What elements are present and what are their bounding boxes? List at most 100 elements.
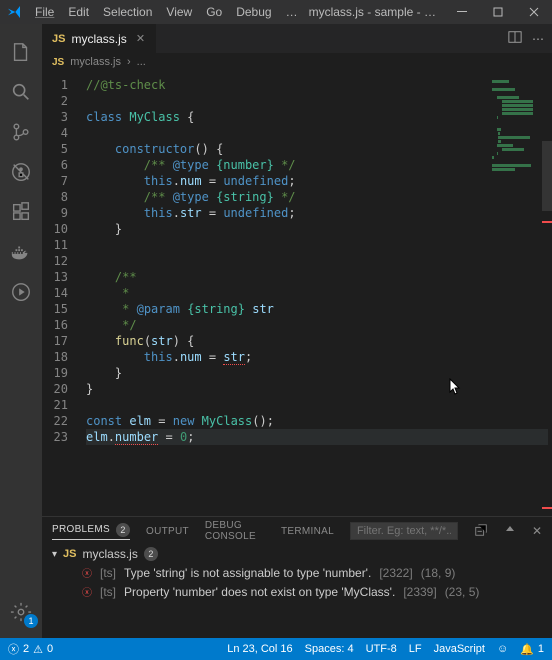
code-line[interactable] xyxy=(86,253,552,269)
extensions-icon[interactable] xyxy=(0,192,42,232)
code-line[interactable]: this.str = undefined; xyxy=(86,205,552,221)
js-file-icon: JS xyxy=(52,33,65,45)
problems-count-badge: 2 xyxy=(116,523,130,537)
editor[interactable]: 1234567891011121314151617181920212223 //… xyxy=(42,71,552,516)
code-line[interactable]: /** xyxy=(86,269,552,285)
minimize-button[interactable] xyxy=(444,0,480,24)
problem-message: Type 'string' is not assignable to type … xyxy=(124,566,371,580)
line-number: 10 xyxy=(42,221,82,237)
split-editor-icon[interactable] xyxy=(508,30,522,47)
menu-go[interactable]: Go xyxy=(199,1,229,23)
code-line[interactable] xyxy=(86,93,552,109)
js-file-icon: JS xyxy=(63,548,76,560)
settings-icon[interactable]: 1 xyxy=(0,592,42,632)
line-number: 9 xyxy=(42,205,82,221)
status-errors[interactable]: ⓧ2 ⚠0 xyxy=(8,641,53,657)
line-number: 5 xyxy=(42,141,82,157)
line-number: 1 xyxy=(42,77,82,93)
problems-body: ▾ JS myclass.js 2 ⓧ [ts] Type 'string' i… xyxy=(42,545,552,638)
code-line[interactable]: this.num = undefined; xyxy=(86,173,552,189)
problems-filter-input[interactable] xyxy=(350,522,458,540)
maximize-button[interactable] xyxy=(480,0,516,24)
settings-badge: 1 xyxy=(24,614,38,628)
code-line[interactable]: * @param {string} str xyxy=(86,301,552,317)
code-line[interactable]: * xyxy=(86,285,552,301)
code-line[interactable]: //@ts-check xyxy=(86,77,552,93)
code-line[interactable]: } xyxy=(86,381,552,397)
status-spaces[interactable]: Spaces: 4 xyxy=(305,643,354,655)
collapse-all-icon[interactable] xyxy=(474,523,488,540)
code-line[interactable]: const elm = new MyClass(); xyxy=(86,413,552,429)
line-number: 19 xyxy=(42,365,82,381)
menu-selection[interactable]: Selection xyxy=(96,1,159,23)
debug-activity-icon[interactable] xyxy=(0,152,42,192)
panel-tabs: PROBLEMS 2 OUTPUT DEBUG CONSOLE TERMINAL… xyxy=(42,517,552,545)
scrollbar-thumb[interactable] xyxy=(542,141,552,211)
code-line[interactable]: /** @type {number} */ xyxy=(86,157,552,173)
status-ln-col[interactable]: Ln 23, Col 16 xyxy=(227,643,292,655)
more-actions-icon[interactable]: ⋯ xyxy=(532,32,544,46)
breadcrumb[interactable]: JS myclass.js › ... xyxy=(42,53,552,71)
activity-bar: 1 xyxy=(0,24,42,638)
status-bar: ⓧ2 ⚠0 Ln 23, Col 16 Spaces: 4 UTF-8 LF J… xyxy=(0,638,552,660)
menu-debug[interactable]: Debug xyxy=(229,1,278,23)
code-line[interactable] xyxy=(86,397,552,413)
line-number: 6 xyxy=(42,157,82,173)
error-icon: ⓧ xyxy=(8,641,19,657)
editor-tab[interactable]: JS myclass.js ✕ xyxy=(42,24,157,53)
line-number: 17 xyxy=(42,333,82,349)
problem-source: [ts] xyxy=(100,585,116,599)
code-line[interactable] xyxy=(86,237,552,253)
code-line[interactable]: */ xyxy=(86,317,552,333)
scrollbar[interactable] xyxy=(542,71,552,516)
search-icon[interactable] xyxy=(0,72,42,112)
code-line[interactable]: constructor() { xyxy=(86,141,552,157)
problem-code: [2322] xyxy=(379,566,412,580)
problem-message: Property 'number' does not exist on type… xyxy=(124,585,395,599)
code-line[interactable]: elm.number = 0; xyxy=(86,429,548,445)
scm-icon[interactable] xyxy=(0,112,42,152)
line-number: 18 xyxy=(42,349,82,365)
code-line[interactable]: } xyxy=(86,365,552,381)
menu-view[interactable]: View xyxy=(159,1,199,23)
line-number: 14 xyxy=(42,285,82,301)
menu-edit[interactable]: Edit xyxy=(61,1,96,23)
minimap[interactable] xyxy=(492,79,548,169)
status-feedback-icon[interactable]: ☺ xyxy=(497,643,508,655)
code-line[interactable]: func(str) { xyxy=(86,333,552,349)
docker-icon[interactable] xyxy=(0,232,42,272)
code-line[interactable]: this.num = str; xyxy=(86,349,552,365)
warning-icon: ⚠ xyxy=(33,643,43,656)
problem-row[interactable]: ⓧ [ts] Property 'number' does not exist … xyxy=(42,582,552,601)
tab-output[interactable]: OUTPUT xyxy=(146,526,189,537)
problem-row[interactable]: ⓧ [ts] Type 'string' is not assignable t… xyxy=(42,563,552,582)
code-area[interactable]: //@ts-check class MyClass { constructor()… xyxy=(82,71,552,516)
vscode-logo-icon xyxy=(0,4,28,20)
status-language[interactable]: JavaScript xyxy=(434,643,485,655)
panel-close-icon[interactable]: ✕ xyxy=(532,524,542,538)
status-encoding[interactable]: UTF-8 xyxy=(366,643,397,655)
explorer-icon[interactable] xyxy=(0,32,42,72)
tab-problems[interactable]: PROBLEMS 2 xyxy=(52,523,130,540)
error-mark-icon xyxy=(542,221,552,223)
panel-maximize-icon[interactable] xyxy=(504,524,516,539)
code-line[interactable]: } xyxy=(86,221,552,237)
window-title: myclass.js - sample - Visual... xyxy=(305,5,444,19)
tab-close-icon[interactable]: ✕ xyxy=(133,32,148,45)
code-line[interactable]: /** @type {string} */ xyxy=(86,189,552,205)
status-notifications[interactable]: 🔔1 xyxy=(520,643,544,656)
close-button[interactable] xyxy=(516,0,552,24)
tab-terminal[interactable]: TERMINAL xyxy=(281,526,334,537)
menu-more[interactable]: … xyxy=(279,1,305,23)
code-line[interactable] xyxy=(86,125,552,141)
status-eol[interactable]: LF xyxy=(409,643,422,655)
tab-debug-console[interactable]: DEBUG CONSOLE xyxy=(205,520,265,542)
menu-file[interactable]: File xyxy=(28,1,61,23)
live-share-icon[interactable] xyxy=(0,272,42,312)
line-number: 7 xyxy=(42,173,82,189)
problems-file-row[interactable]: ▾ JS myclass.js 2 xyxy=(42,545,552,563)
error-mark-icon xyxy=(542,507,552,509)
line-number: 23 xyxy=(42,429,82,445)
tab-filename: myclass.js xyxy=(71,32,126,46)
code-line[interactable]: class MyClass { xyxy=(86,109,552,125)
